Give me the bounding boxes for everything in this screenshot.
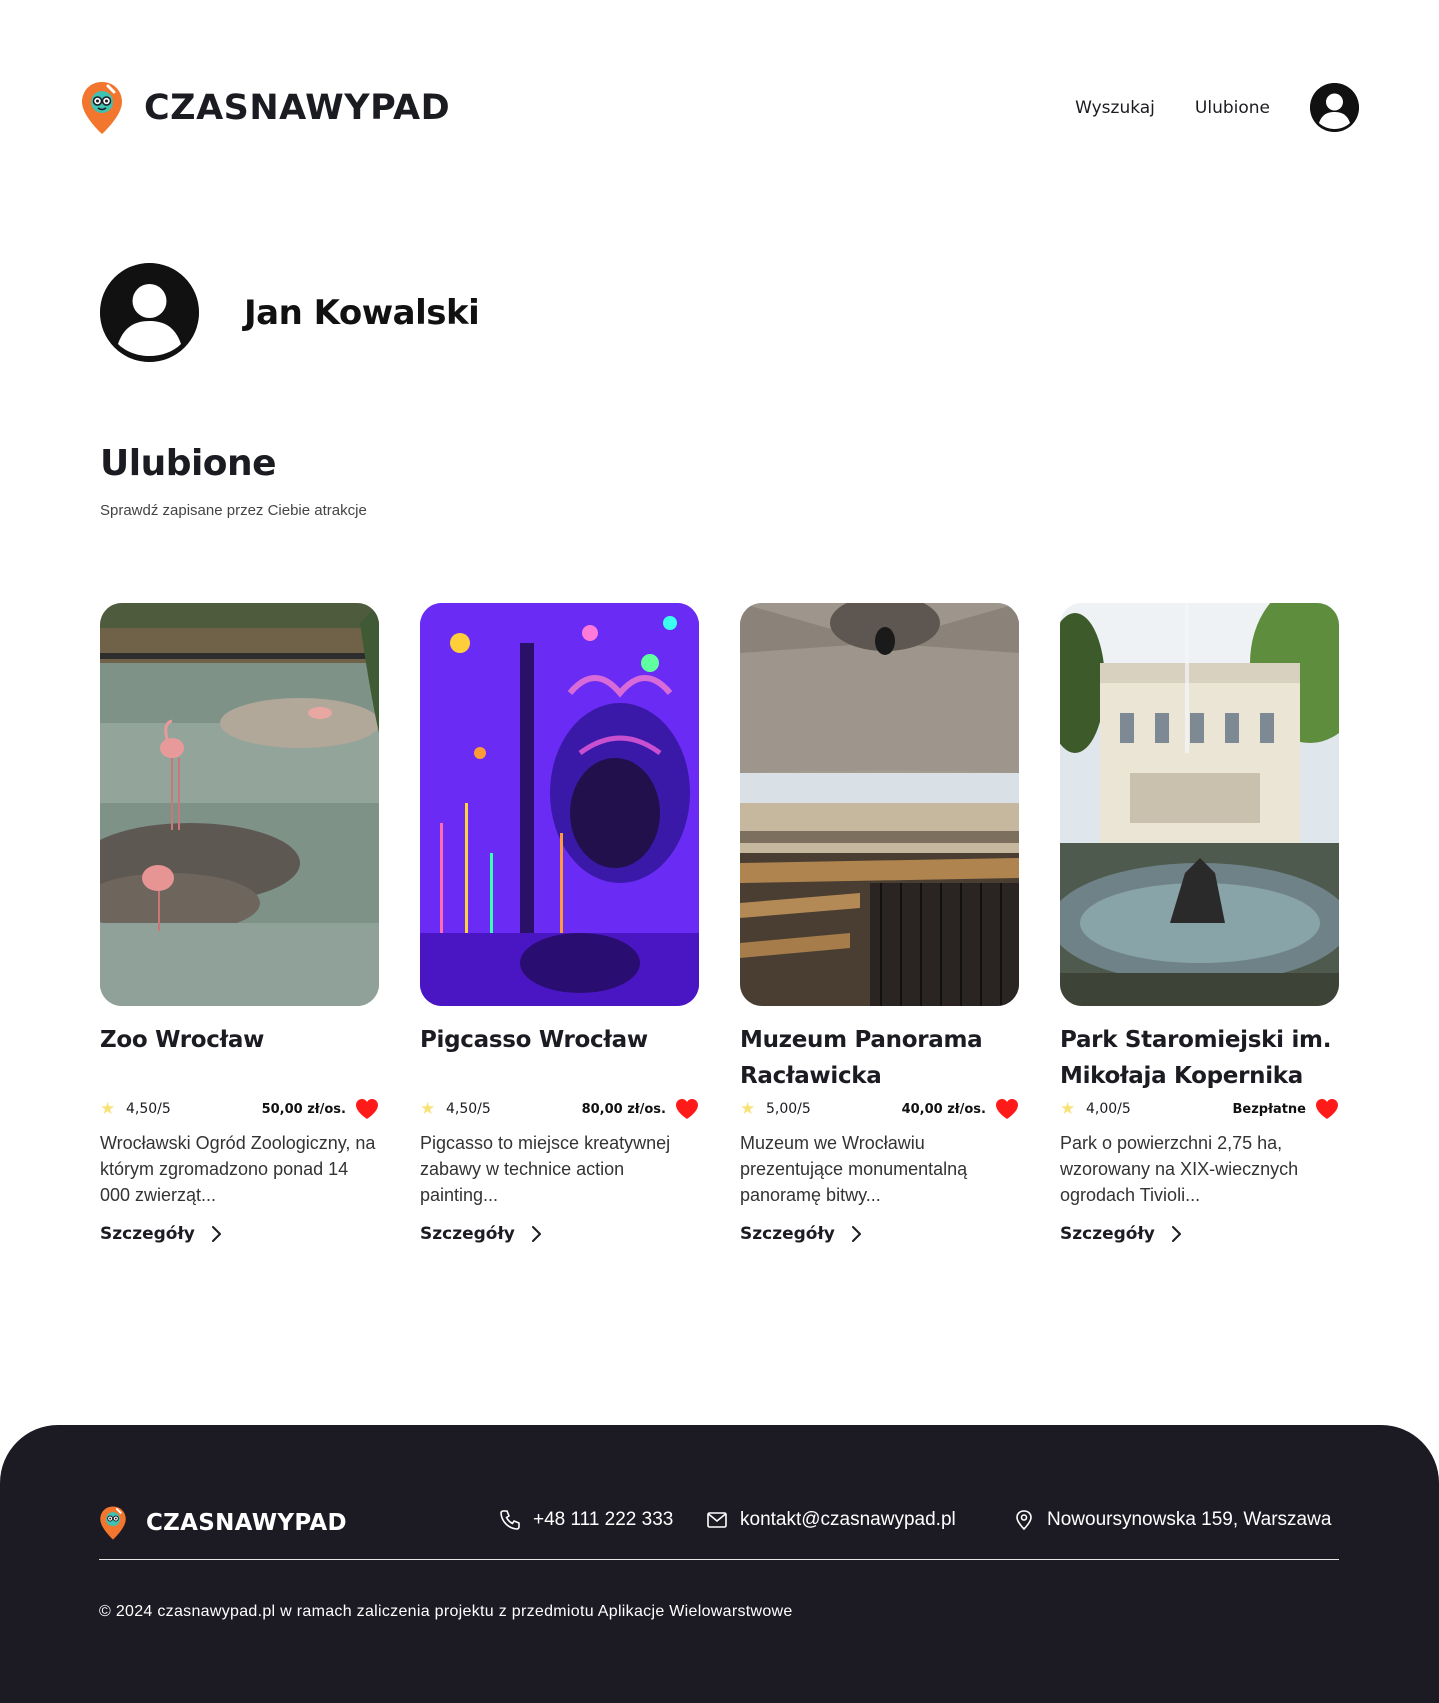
- heart-icon[interactable]: [995, 1098, 1019, 1120]
- details-label: Szczegóły: [420, 1224, 515, 1244]
- profile-name: Jan Kowalski: [244, 292, 480, 333]
- brand-name: CZASNAWYPAD: [144, 88, 451, 128]
- attraction-card: Zoo Wrocław ★ 4,50/5 50,00 zł/os. Wrocła…: [100, 603, 379, 1244]
- star-icon: ★: [100, 1099, 116, 1119]
- attraction-title[interactable]: Pigcasso Wrocław: [420, 1022, 699, 1094]
- attraction-meta: ★ 5,00/5 40,00 zł/os.: [740, 1096, 1019, 1122]
- footer-divider: [99, 1559, 1339, 1560]
- attraction-rating: 4,00/5: [1086, 1101, 1131, 1117]
- chevron-right-icon: [531, 1226, 541, 1242]
- user-circle-icon: [100, 263, 199, 362]
- details-label: Szczegóły: [100, 1224, 195, 1244]
- details-link[interactable]: Szczegóły: [420, 1224, 699, 1244]
- mail-icon: [707, 1512, 727, 1528]
- attraction-price: Bezpłatne: [1232, 1101, 1306, 1117]
- attraction-image-panorama[interactable]: [740, 603, 1019, 1006]
- chevron-right-icon: [211, 1226, 221, 1242]
- attraction-title[interactable]: Park Staromiejski im. Mikołaja Kopernika: [1060, 1022, 1339, 1094]
- logo-pin-icon: [100, 1506, 126, 1540]
- attraction-price: 40,00 zł/os.: [901, 1101, 986, 1117]
- profile-header: Jan Kowalski: [100, 263, 480, 362]
- attraction-image-pigcasso[interactable]: [420, 603, 699, 1006]
- user-circle-icon: [1310, 83, 1359, 132]
- attraction-description: Muzeum we Wrocławiu prezentujące monumen…: [740, 1133, 968, 1205]
- attraction-description: Wrocławski Ogród Zoologiczny, na którym …: [100, 1133, 376, 1205]
- logo[interactable]: CZASNAWYPAD: [80, 80, 450, 136]
- details-label: Szczegóły: [1060, 1224, 1155, 1244]
- address-text: Nowoursynowska 159, Warszawa: [1047, 1509, 1332, 1530]
- attraction-rating: 4,50/5: [126, 1101, 171, 1117]
- attraction-image-park[interactable]: [1060, 603, 1339, 1006]
- details-link[interactable]: Szczegóły: [740, 1224, 1019, 1244]
- attraction-title[interactable]: Muzeum Panorama Racławicka: [740, 1022, 1019, 1094]
- map-pin-icon: [1016, 1510, 1032, 1531]
- attraction-title[interactable]: Zoo Wrocław: [100, 1022, 379, 1094]
- section-subtitle: Sprawdź zapisane przez Ciebie atrakcje: [100, 502, 367, 519]
- section-title: Ulubione: [100, 443, 277, 484]
- attraction-card: Pigcasso Wrocław ★ 4,50/5 80,00 zł/os. P…: [420, 603, 699, 1244]
- attraction-meta: ★ 4,00/5 Bezpłatne: [1060, 1096, 1339, 1122]
- main-nav: Wyszukaj Ulubione: [1075, 83, 1359, 132]
- phone-number: +48 111 222 333: [533, 1509, 674, 1530]
- logo-pin-icon: [82, 82, 122, 134]
- profile-avatar: [100, 263, 199, 362]
- phone-icon: [500, 1510, 520, 1530]
- footer-phone[interactable]: +48 111 222 333: [499, 1509, 673, 1531]
- attraction-description: Park o powierzchni 2,75 ha, wzorowany na…: [1060, 1133, 1299, 1205]
- star-icon: ★: [1060, 1099, 1076, 1119]
- attraction-rating: 4,50/5: [446, 1101, 491, 1117]
- attraction-image-zoo[interactable]: [100, 603, 379, 1006]
- heart-icon[interactable]: [675, 1098, 699, 1120]
- account-button[interactable]: [1310, 83, 1359, 132]
- favorites-list: Zoo Wrocław ★ 4,50/5 50,00 zł/os. Wrocła…: [100, 603, 1339, 1244]
- site-footer: CZASNAWYPAD +48 111 222 333 kontakt@czas…: [0, 1425, 1439, 1703]
- chevron-right-icon: [851, 1226, 861, 1242]
- footer-brand: CZASNAWYPAD: [146, 1510, 347, 1536]
- attraction-description: Pigcasso to miejsce kreatywnej zabawy w …: [420, 1133, 671, 1205]
- star-icon: ★: [420, 1099, 436, 1119]
- nav-link-favorites[interactable]: Ulubione: [1195, 98, 1270, 118]
- site-header: CZASNAWYPAD Wyszukaj Ulubione: [0, 0, 1439, 216]
- footer-email[interactable]: kontakt@czasnawypad.pl: [706, 1509, 956, 1531]
- footer-address[interactable]: Nowoursynowska 159, Warszawa: [1013, 1509, 1331, 1531]
- nav-link-search[interactable]: Wyszukaj: [1075, 98, 1155, 118]
- attraction-rating: 5,00/5: [766, 1101, 811, 1117]
- heart-icon[interactable]: [1315, 1098, 1339, 1120]
- details-label: Szczegóły: [740, 1224, 835, 1244]
- details-link[interactable]: Szczegóły: [1060, 1224, 1339, 1244]
- attraction-card: Muzeum Panorama Racławicka ★ 5,00/5 40,0…: [740, 603, 1019, 1244]
- attraction-meta: ★ 4,50/5 80,00 zł/os.: [420, 1096, 699, 1122]
- details-link[interactable]: Szczegóły: [100, 1224, 379, 1244]
- email-address: kontakt@czasnawypad.pl: [740, 1509, 956, 1530]
- footer-logo[interactable]: CZASNAWYPAD: [99, 1505, 347, 1541]
- attraction-meta: ★ 4,50/5 50,00 zł/os.: [100, 1096, 379, 1122]
- attraction-price: 50,00 zł/os.: [261, 1101, 346, 1117]
- star-icon: ★: [740, 1099, 756, 1119]
- heart-icon[interactable]: [355, 1098, 379, 1120]
- copyright: © 2024 czasnawypad.pl w ramach zaliczeni…: [99, 1603, 793, 1620]
- attraction-price: 80,00 zł/os.: [581, 1101, 666, 1117]
- attraction-card: Park Staromiejski im. Mikołaja Kopernika…: [1060, 603, 1339, 1244]
- chevron-right-icon: [1171, 1226, 1181, 1242]
